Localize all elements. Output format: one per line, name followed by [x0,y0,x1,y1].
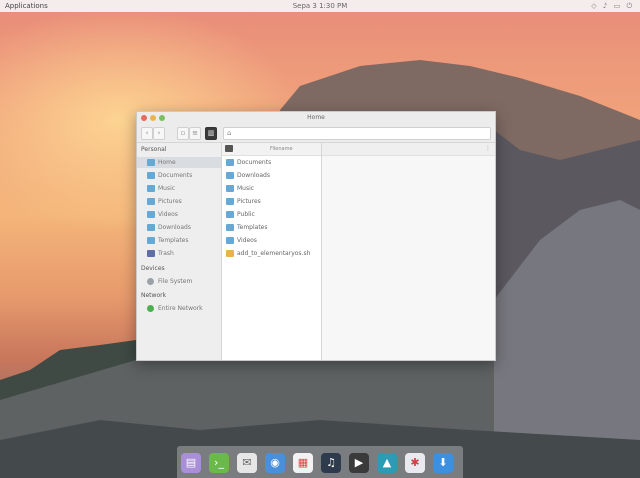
column-header-filename[interactable]: Filename [270,143,293,155]
column-view-button[interactable]: ▥ [205,127,217,140]
empty-column-header: ⋮ [322,143,495,156]
battery-icon[interactable]: ▭ [614,2,623,10]
sidebar-item-documents[interactable]: Documents [145,170,221,181]
sidebar-section-network: Network [141,292,167,299]
column-resize-handle[interactable]: ⋮ [485,145,491,152]
folder-icon [147,211,155,218]
sidebar-item-trash[interactable]: Trash [145,248,221,259]
system-tray[interactable]: ◇ ♪ ▭ ⏻ [591,0,634,12]
file-row-templates[interactable]: Templates [224,222,319,233]
terminal-icon[interactable]: ›_ [209,453,229,473]
sidebar: Personal Home Documents Music Pictures V… [137,143,222,360]
mail-icon[interactable]: ✉ [237,453,257,473]
file-row-script[interactable]: add_to_elementaryos.sh [224,248,319,259]
script-file-icon [226,250,234,257]
folder-icon [226,185,234,192]
trash-icon [147,250,155,257]
sidebar-item-entire-network[interactable]: Entire Network [145,303,221,314]
sidebar-item-pictures[interactable]: Pictures [145,196,221,207]
power-icon[interactable]: ⏻ [626,2,634,10]
sidebar-item-music[interactable]: Music [145,183,221,194]
list-view-button[interactable]: ≡ [189,127,201,140]
home-icon: ⌂ [227,129,232,137]
top-panel: Applications Sepa 3 1:30 PM ◇ ♪ ▭ ⏻ [0,0,640,12]
app-center-icon[interactable]: ⬇ [433,453,453,473]
file-manager-window: Home ‹ › ▫ ≡ ▥ ⌂ Personal Home Documents… [136,111,496,361]
minimize-window-button[interactable] [150,115,156,121]
settings-icon[interactable]: ✱ [405,453,425,473]
file-row-public[interactable]: Public [224,209,319,220]
sidebar-section-personal: Personal [141,146,167,153]
close-window-button[interactable] [141,115,147,121]
file-row-music[interactable]: Music [224,183,319,194]
dock: ▤ ›_ ✉ ◉ ▦ ♫ ▶ ▲ ✱ ⬇ [177,446,463,478]
file-row-documents[interactable]: Documents [224,157,319,168]
icon-view-button[interactable]: ▫ [177,127,189,140]
empty-column-pane: ⋮ [322,143,495,360]
file-row-pictures[interactable]: Pictures [224,196,319,207]
toolbar: ‹ › ▫ ≡ ▥ ⌂ [137,124,495,143]
column-icon [225,145,233,152]
sidebar-item-downloads[interactable]: Downloads [145,222,221,233]
network-icon [147,305,154,312]
chevron-right-icon[interactable]: › [153,127,165,140]
window-title: Home [307,114,325,121]
window-titlebar[interactable]: Home [137,112,495,124]
home-folder-icon [147,159,155,166]
folder-icon [226,159,234,166]
sidebar-section-devices: Devices [141,265,165,272]
sidebar-item-videos[interactable]: Videos [145,209,221,220]
disk-icon [147,278,154,285]
folder-icon [147,237,155,244]
column-header-bar: Filename [222,143,321,156]
sidebar-item-templates[interactable]: Templates [145,235,221,246]
clock[interactable]: Sepa 3 1:30 PM [0,0,640,12]
sidebar-item-file-system[interactable]: File System [145,276,221,287]
folder-icon [226,224,234,231]
chevron-left-icon[interactable]: ‹ [141,127,153,140]
maximize-window-button[interactable] [159,115,165,121]
folder-icon [226,172,234,179]
folder-icon [226,198,234,205]
music-icon[interactable]: ♫ [321,453,341,473]
calendar-icon[interactable]: ▦ [293,453,313,473]
volume-icon[interactable]: ♪ [603,2,609,10]
folder-icon [147,172,155,179]
file-row-downloads[interactable]: Downloads [224,170,319,181]
sidebar-item-home[interactable]: Home [137,157,221,168]
folder-icon [147,224,155,231]
file-list-column: Filename Documents Downloads Music Pictu… [222,143,322,360]
photos-icon[interactable]: ▲ [377,453,397,473]
browser-icon[interactable]: ◉ [265,453,285,473]
video-icon[interactable]: ▶ [349,453,369,473]
folder-icon [147,185,155,192]
folder-icon [226,211,234,218]
files-icon[interactable]: ▤ [181,453,201,473]
path-bar[interactable]: ⌂ [223,127,491,140]
file-row-videos[interactable]: Videos [224,235,319,246]
network-icon[interactable]: ◇ [591,2,598,10]
folder-icon [147,198,155,205]
folder-icon [226,237,234,244]
